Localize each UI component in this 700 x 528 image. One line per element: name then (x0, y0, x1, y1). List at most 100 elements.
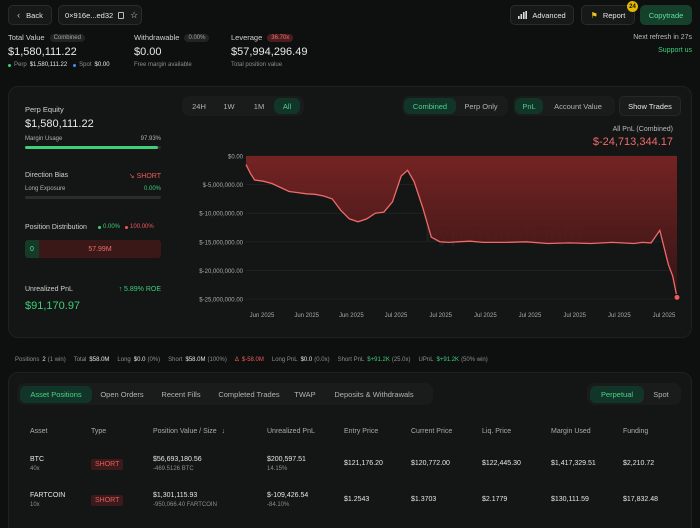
x-tick-label: Jun 2025 (250, 313, 275, 319)
position-distribution-label: Position Distribution (25, 224, 87, 231)
x-tick-label: Jul 2025 (653, 313, 676, 319)
row2-entry: $1.2543 (344, 496, 370, 503)
y-tick-label: $-20,000,000.00 (199, 269, 243, 275)
support-link[interactable]: Support us (658, 47, 692, 54)
pnl-area (246, 156, 677, 298)
short-pnl-label: Short PnL (337, 357, 365, 363)
copytrade-button[interactable]: Copytrade (640, 5, 692, 25)
show-trades-button[interactable]: Show Trades (619, 96, 681, 116)
pnl-end-marker (673, 293, 681, 301)
leverage-value: $57,994,296.49 (231, 46, 308, 58)
direction-value: ↘ SHORT (110, 172, 161, 180)
short-dot-icon (125, 225, 129, 229)
mode-perp-only[interactable]: Perp Only (456, 98, 506, 114)
pnl-chart[interactable]: $0.00 $-5,000,000.00 $-10,000,000.00 $-15,0… (180, 145, 685, 325)
advanced-label: Advanced (532, 10, 566, 20)
row1-value: $56,693,180.56 (153, 456, 202, 463)
distribution-bar: 0 57.99M (25, 240, 161, 258)
tab-asset-positions[interactable]: Asset Positions (20, 385, 92, 403)
star-icon[interactable]: ☆ (130, 10, 138, 21)
col-margin-used: Margin Used (551, 428, 591, 435)
long-dot-icon (98, 225, 101, 229)
row2-liq: $2.1779 (482, 496, 508, 503)
bottom-stats: Positions 2 (1 win) Total $58.0M Long $0… (15, 357, 488, 363)
y-tick-label: $-5,000,000.00 (203, 183, 244, 189)
col-current-price: Current Price (411, 428, 453, 435)
x-tick-label: Jun 2025 (339, 313, 364, 319)
row2-size: -950,066.40 FARTCOIN (153, 502, 217, 508)
x-tick-label: Jul 2025 (519, 313, 542, 319)
positions-sub: (1 win) (47, 357, 66, 363)
row1-size: -469.5126 BTC (153, 466, 194, 472)
market-toggle: Perpetual Spot (587, 383, 681, 405)
total-label: Total (73, 357, 87, 363)
col-position-value[interactable]: Position Value / Size ↓ (153, 428, 225, 435)
row2-asset: FARTCOIN (30, 492, 66, 499)
direction-text: SHORT (136, 173, 161, 180)
row1-asset: BTC (30, 456, 44, 463)
row2-current: $1.3703 (411, 496, 437, 503)
margin-usage-bar (25, 146, 161, 149)
upnl-sub: (50% win) (461, 357, 488, 363)
all-pnl-label: All PnL (Combined) (612, 126, 673, 133)
row1-pnl: $200,597.51 (267, 456, 306, 463)
spot-dot-icon (73, 63, 77, 67)
y-axis: $0.00 $-5,000,000.00 $-10,000,000.00 $-15,0… (199, 155, 243, 304)
long-label: Long (117, 357, 131, 363)
tab-completed-trades[interactable]: Completed Trades (210, 386, 288, 403)
long-sub: (0%) (147, 357, 161, 363)
copy-icon[interactable] (118, 11, 125, 19)
refresh-text: Next refresh in 27s (633, 34, 692, 41)
metric-pnl[interactable]: PnL (515, 98, 543, 114)
range-all[interactable]: All (274, 98, 300, 114)
trend-down-icon: ↘ (128, 173, 135, 180)
long-exposure-bar (25, 196, 161, 199)
col-funding: Funding (623, 428, 649, 435)
row2-pnl-pct: -84.10% (267, 502, 290, 508)
market-perpetual[interactable]: Perpetual (590, 385, 644, 403)
mode-combined[interactable]: Combined (404, 98, 456, 114)
withdrawable-block: Withdrawable 0.00% $0.00 Free margin ava… (134, 33, 224, 68)
range-group: 24H 1W 1M All (182, 96, 304, 116)
row2-leverage: 10x (30, 502, 40, 508)
tab-twap[interactable]: TWAP (288, 386, 322, 403)
tab-recent-fills[interactable]: Recent Fills (152, 386, 210, 403)
x-tick-label: Jul 2025 (563, 313, 586, 319)
x-tick-label: Jul 2025 (474, 313, 497, 319)
range-1w[interactable]: 1W (214, 98, 244, 114)
margin-usage-pct: 97.93% (140, 136, 161, 142)
margin-usage-label: Margin Usage (25, 136, 63, 142)
total-value: $58.0M (89, 357, 110, 363)
col-unrealized-pnl: Unrealized PnL (267, 428, 315, 435)
unrealized-pnl-label: Unrealized PnL (25, 286, 73, 293)
long-pnl-label: Long PnL (271, 357, 298, 363)
tab-bar: Asset Positions Open Orders Recent Fills… (17, 383, 433, 405)
x-tick-label: Jul 2025 (608, 313, 631, 319)
upnl-label: UPnL (418, 357, 434, 363)
range-24h[interactable]: 24H (184, 98, 214, 114)
row1-pnl-pct: 14.15% (267, 466, 288, 472)
leverage-sub: Total position value (231, 62, 283, 68)
dist-long-value: 0 (30, 245, 34, 253)
short-sub: (100%) (207, 357, 227, 363)
advanced-button[interactable]: Advanced (510, 5, 574, 25)
market-spot[interactable]: Spot (644, 386, 678, 403)
back-button[interactable]: ‹ Back (8, 5, 52, 25)
short-label: Short (168, 357, 183, 363)
tab-deposits-withdrawals[interactable]: Deposits & Withdrawals (322, 386, 426, 403)
row1-leverage: 40x (30, 466, 40, 472)
leverage-block: Leverage 36.70x $57,994,296.49 Total pos… (231, 33, 331, 68)
col-liq-price: Liq. Price (482, 428, 512, 435)
address-chip[interactable]: 0×916e...ed32 ☆ (58, 5, 142, 25)
roe-text: 5.89% ROE (124, 286, 161, 293)
range-1m[interactable]: 1M (244, 98, 274, 114)
long-exposure-pct: 0.00% (143, 186, 161, 192)
upnl-value: $+91.2K (436, 357, 460, 363)
long-value: $0.0 (133, 357, 146, 363)
metric-account-value[interactable]: Account Value (543, 98, 613, 114)
perp-label: Perp (14, 62, 27, 68)
report-label: Report (602, 10, 626, 20)
tab-open-orders[interactable]: Open Orders (92, 386, 152, 403)
x-tick-label: Jul 2025 (429, 313, 452, 319)
x-tick-label: Jul 2025 (385, 313, 408, 319)
